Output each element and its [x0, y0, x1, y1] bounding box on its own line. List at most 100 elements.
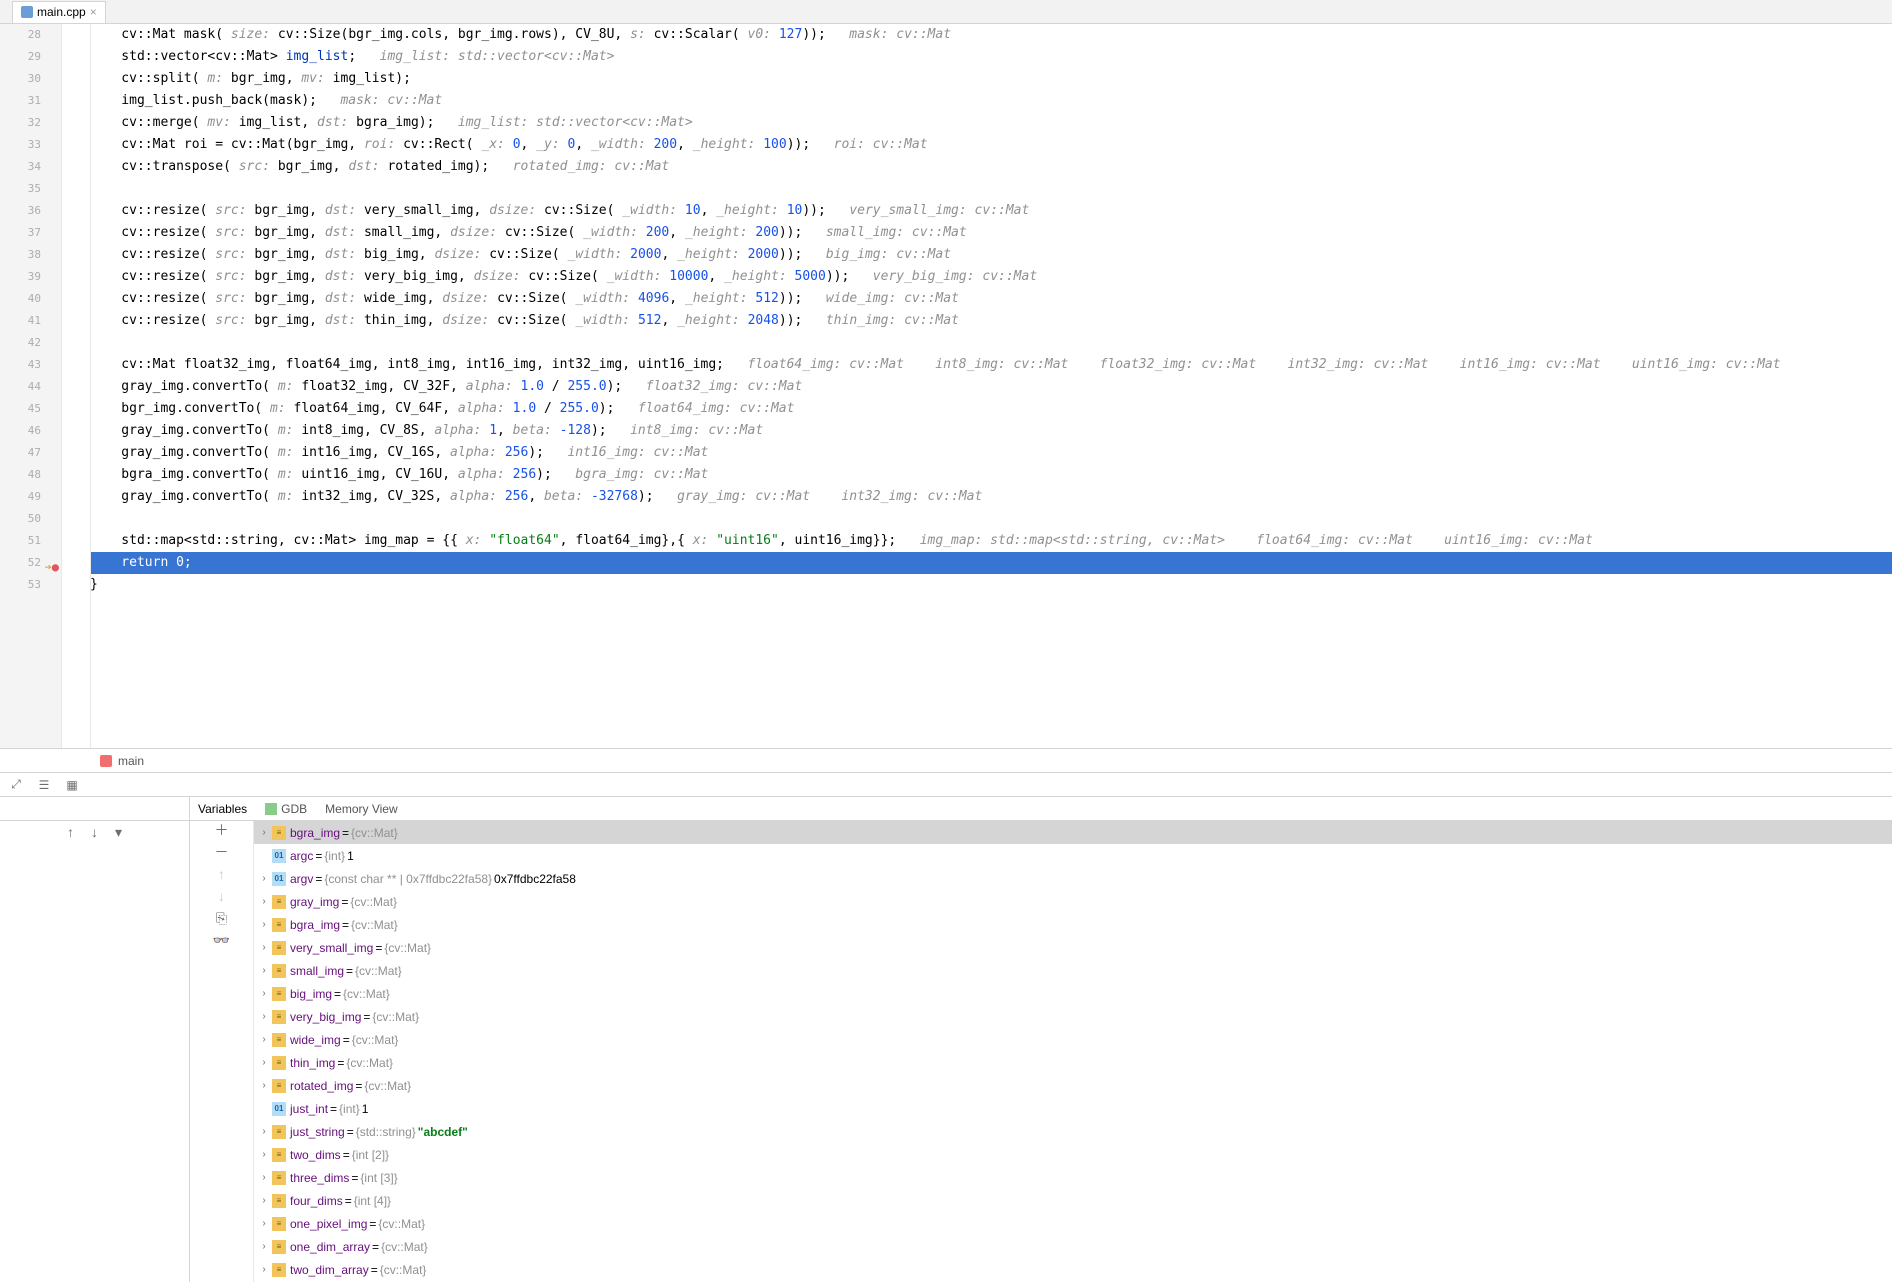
line-number[interactable]: 52➔● — [0, 552, 41, 574]
variable-row[interactable]: ›01argv = {const char ** | 0x7ffdbc22fa5… — [254, 867, 1892, 890]
expander-icon[interactable]: › — [258, 1126, 270, 1137]
code-line[interactable]: cv::resize( src: bgr_img, dst: big_img, … — [90, 244, 1892, 266]
expander-icon[interactable]: › — [258, 1264, 270, 1275]
code-line[interactable]: cv::transpose( src: bgr_img, dst: rotate… — [90, 156, 1892, 178]
variable-row[interactable]: 01argc = {int} 1 — [254, 844, 1892, 867]
code-line[interactable]: cv::resize( src: bgr_img, dst: small_img… — [90, 222, 1892, 244]
variable-row[interactable]: ›≡rotated_img = {cv::Mat} — [254, 1074, 1892, 1097]
expander-icon[interactable]: › — [258, 1057, 270, 1068]
frame-filter-icon[interactable]: ▾ — [112, 825, 126, 839]
line-number[interactable]: 47 — [0, 442, 41, 464]
expander-icon[interactable]: › — [258, 1011, 270, 1022]
code-line[interactable]: gray_img.convertTo( m: int32_img, CV_32S… — [90, 486, 1892, 508]
code-line[interactable] — [90, 332, 1892, 354]
expander-icon[interactable]: › — [258, 896, 270, 907]
line-number[interactable]: 34 — [0, 156, 41, 178]
close-icon[interactable]: × — [90, 5, 97, 19]
line-number[interactable]: 32 — [0, 112, 41, 134]
variable-row[interactable]: ›≡bgra_img = {cv::Mat} — [254, 821, 1892, 844]
line-number[interactable]: 39 — [0, 266, 41, 288]
variable-row[interactable]: 01just_int = {int} 1 — [254, 1097, 1892, 1120]
variable-row[interactable]: ›≡one_pixel_img = {cv::Mat} — [254, 1212, 1892, 1235]
expander-icon[interactable]: › — [258, 965, 270, 976]
line-number[interactable]: 36 — [0, 200, 41, 222]
variable-row[interactable]: ›≡three_dims = {int [3]} — [254, 1166, 1892, 1189]
layout-icon[interactable]: ⤢ — [8, 777, 24, 793]
variable-row[interactable]: ›≡wide_img = {cv::Mat} — [254, 1028, 1892, 1051]
line-number[interactable]: 50 — [0, 508, 41, 530]
code-line[interactable]: std::map<std::string, cv::Mat> img_map =… — [90, 530, 1892, 552]
file-tab-main-cpp[interactable]: main.cpp × — [12, 1, 106, 23]
line-number[interactable]: 29 — [0, 46, 41, 68]
tab-gdb[interactable]: GDB — [265, 802, 307, 816]
line-number[interactable]: 45 — [0, 398, 41, 420]
line-number[interactable]: 31 — [0, 90, 41, 112]
line-number[interactable]: 51 — [0, 530, 41, 552]
add-watch-icon[interactable]: ＋ — [215, 823, 229, 837]
expander-icon[interactable]: › — [258, 1080, 270, 1091]
code-editor[interactable]: 2829303132333435363738394041424344454647… — [0, 24, 1892, 748]
expander-icon[interactable]: › — [258, 873, 270, 884]
line-number[interactable]: 41 — [0, 310, 41, 332]
expander-icon[interactable]: › — [258, 1172, 270, 1183]
code-line[interactable]: cv::resize( src: bgr_img, dst: very_smal… — [90, 200, 1892, 222]
frame-down-icon[interactable]: ↓ — [88, 825, 102, 839]
line-number[interactable]: 33 — [0, 134, 41, 156]
variable-row[interactable]: ›≡thin_img = {cv::Mat} — [254, 1051, 1892, 1074]
line-number[interactable]: 37 — [0, 222, 41, 244]
line-number[interactable]: 49 — [0, 486, 41, 508]
line-number[interactable]: 35 — [0, 178, 41, 200]
line-number[interactable]: 43 — [0, 354, 41, 376]
code-line[interactable]: cv::Mat mask( size: cv::Size(bgr_img.col… — [90, 24, 1892, 46]
code-line[interactable]: cv::merge( mv: img_list, dst: bgra_img);… — [90, 112, 1892, 134]
line-number[interactable]: 44 — [0, 376, 41, 398]
code-line[interactable]: return 0; — [90, 552, 1892, 574]
code-line[interactable]: gray_img.convertTo( m: int16_img, CV_16S… — [90, 442, 1892, 464]
watch-down-icon[interactable]: ↓ — [215, 889, 229, 903]
variable-row[interactable]: ›≡two_dim_array = {cv::Mat} — [254, 1258, 1892, 1281]
line-number[interactable]: 28 — [0, 24, 41, 46]
code-line[interactable]: cv::Mat roi = cv::Mat(bgr_img, roi: cv::… — [90, 134, 1892, 156]
expander-icon[interactable]: › — [258, 919, 270, 930]
code-line[interactable]: cv::split( m: bgr_img, mv: img_list); — [90, 68, 1892, 90]
variable-row[interactable]: ›≡very_small_img = {cv::Mat} — [254, 936, 1892, 959]
code-line[interactable]: img_list.push_back(mask); mask: cv::Mat — [90, 90, 1892, 112]
line-number[interactable]: 53 — [0, 574, 41, 596]
code-line[interactable]: cv::Mat float32_img, float64_img, int8_i… — [90, 354, 1892, 376]
expander-icon[interactable]: › — [258, 1034, 270, 1045]
glasses-icon[interactable]: 👓 — [215, 933, 229, 947]
variable-row[interactable]: ›≡big_img = {cv::Mat} — [254, 982, 1892, 1005]
code-area[interactable]: cv::Mat mask( size: cv::Size(bgr_img.col… — [62, 24, 1892, 748]
code-line[interactable]: bgra_img.convertTo( m: uint16_img, CV_16… — [90, 464, 1892, 486]
code-line[interactable]: } — [90, 574, 1892, 596]
expander-icon[interactable]: › — [258, 988, 270, 999]
variable-row[interactable]: ›≡two_dims = {int [2]} — [254, 1143, 1892, 1166]
variable-row[interactable]: ›≡very_big_img = {cv::Mat} — [254, 1005, 1892, 1028]
code-line[interactable]: cv::resize( src: bgr_img, dst: thin_img,… — [90, 310, 1892, 332]
code-line[interactable]: cv::resize( src: bgr_img, dst: wide_img,… — [90, 288, 1892, 310]
line-number[interactable]: 48 — [0, 464, 41, 486]
breakpoint-arrow-icon[interactable]: ➔● — [45, 556, 59, 578]
variable-row[interactable]: ›≡gray_img = {cv::Mat} — [254, 890, 1892, 913]
variable-row[interactable]: ›≡four_dims = {int [4]} — [254, 1189, 1892, 1212]
tab-memory-view[interactable]: Memory View — [325, 802, 397, 816]
expander-icon[interactable]: › — [258, 1149, 270, 1160]
code-line[interactable]: std::vector<cv::Mat> img_list; img_list:… — [90, 46, 1892, 68]
expander-icon[interactable]: › — [258, 1195, 270, 1206]
code-line[interactable]: gray_img.convertTo( m: int8_img, CV_8S, … — [90, 420, 1892, 442]
breadcrumb-label[interactable]: main — [118, 754, 144, 768]
expander-icon[interactable]: › — [258, 942, 270, 953]
line-number[interactable]: 46 — [0, 420, 41, 442]
line-number[interactable]: 40 — [0, 288, 41, 310]
tab-variables[interactable]: Variables — [198, 802, 247, 816]
code-line[interactable] — [90, 178, 1892, 200]
grid-icon[interactable]: ▦ — [64, 777, 80, 793]
code-line[interactable]: bgr_img.convertTo( m: float64_img, CV_64… — [90, 398, 1892, 420]
code-line[interactable]: gray_img.convertTo( m: float32_img, CV_3… — [90, 376, 1892, 398]
variable-row[interactable]: ›≡one_dim_array = {cv::Mat} — [254, 1235, 1892, 1258]
code-line[interactable]: cv::resize( src: bgr_img, dst: very_big_… — [90, 266, 1892, 288]
copy-icon[interactable]: ⎘ — [215, 911, 229, 925]
remove-watch-icon[interactable]: － — [215, 845, 229, 859]
expander-icon[interactable]: › — [258, 827, 270, 838]
variables-tree[interactable]: ›≡bgra_img = {cv::Mat}01argc = {int} 1›0… — [254, 821, 1892, 1282]
